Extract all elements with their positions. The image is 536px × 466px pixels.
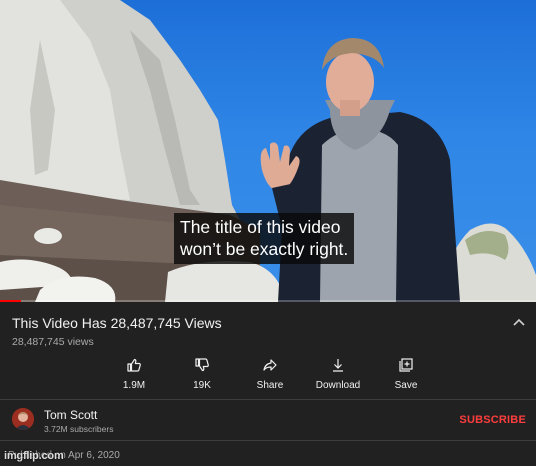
caption-line-2: won’t be exactly right. bbox=[180, 239, 349, 259]
download-label: Download bbox=[315, 380, 361, 391]
subscriber-count: 3.72M subscribers bbox=[44, 424, 114, 434]
progress-bar[interactable] bbox=[0, 300, 536, 302]
share-button[interactable]: Share bbox=[236, 353, 304, 397]
thumbs-down-icon bbox=[195, 358, 209, 372]
share-icon bbox=[263, 359, 277, 371]
imgflip-watermark: imgflip.com bbox=[4, 450, 64, 462]
share-label: Share bbox=[256, 380, 284, 391]
chevron-up-icon[interactable] bbox=[512, 317, 526, 327]
video-title: This Video Has 28,487,745 Views bbox=[12, 315, 222, 331]
caption-line-1: The title of this video bbox=[180, 217, 341, 237]
divider-bottom bbox=[0, 440, 536, 441]
download-icon bbox=[333, 359, 343, 372]
save-icon bbox=[399, 358, 413, 372]
video-player[interactable]: The title of this video won’t be exactly… bbox=[0, 0, 536, 302]
channel-row[interactable]: Tom Scott 3.72M subscribers SUBSCRIBE bbox=[0, 400, 536, 440]
download-button[interactable]: Download bbox=[304, 353, 372, 397]
dislike-count: 19K bbox=[193, 380, 211, 391]
action-bar: 1.9M 19K Share Download Save bbox=[100, 353, 440, 397]
like-button[interactable]: 1.9M bbox=[100, 353, 168, 397]
avatar-image bbox=[12, 408, 34, 430]
like-count: 1.9M bbox=[122, 380, 146, 391]
save-button[interactable]: Save bbox=[372, 353, 440, 397]
thumbs-up-icon bbox=[127, 358, 141, 372]
channel-name[interactable]: Tom Scott bbox=[44, 408, 97, 422]
view-count: 28,487,745 views bbox=[12, 336, 94, 348]
save-label: Save bbox=[394, 380, 418, 391]
progress-bar-fill bbox=[0, 300, 22, 302]
dislike-button[interactable]: 19K bbox=[168, 353, 236, 397]
video-caption: The title of this video won’t be exactly… bbox=[174, 213, 355, 264]
subscribe-button[interactable]: SUBSCRIBE bbox=[459, 414, 526, 426]
avatar[interactable] bbox=[12, 408, 34, 430]
title-row[interactable]: This Video Has 28,487,745 Views bbox=[12, 315, 526, 335]
